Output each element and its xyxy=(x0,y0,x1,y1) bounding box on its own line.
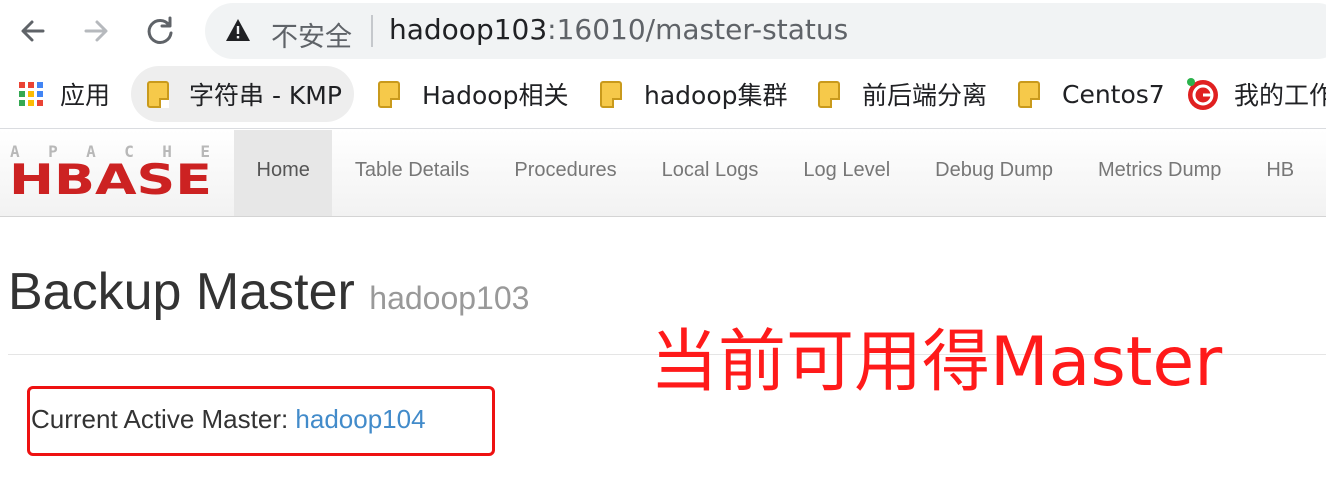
bookmark-label: 字符串 - KMP xyxy=(189,81,342,110)
nav-debug-dump[interactable]: Debug Dump xyxy=(913,130,1076,216)
bookmark-centos7[interactable]: Centos7 xyxy=(1018,66,1165,122)
hbase-menu: Home Table Details Procedures Local Logs… xyxy=(234,130,1317,216)
reload-icon xyxy=(147,16,173,44)
nav-table-details[interactable]: Table Details xyxy=(332,130,492,216)
bookmark-label: 应用 xyxy=(60,81,111,110)
forward-arrow-icon xyxy=(84,20,108,42)
url-text[interactable]: hadoop103:16010/master-status xyxy=(389,13,848,46)
folder-icon xyxy=(600,80,622,108)
nav-metrics-dump[interactable]: Metrics Dump xyxy=(1076,130,1244,216)
address-separator xyxy=(371,15,373,47)
bookmarks-bar: 应用 字符串 - KMP Hadoop相关 hadoop集群 前后端分离 Cen… xyxy=(0,62,1326,129)
annotation-text: 当前可用得Master xyxy=(650,323,1223,402)
folder-icon xyxy=(378,80,400,108)
folder-icon xyxy=(1018,80,1040,108)
site-icon xyxy=(1187,78,1218,110)
nav-log-level[interactable]: Log Level xyxy=(781,130,913,216)
bookmark-label: 我的工作 xyxy=(1234,81,1326,110)
page-title: Backup Master xyxy=(8,263,355,321)
url-path: :16010/master-status xyxy=(547,13,849,46)
nav-local-logs[interactable]: Local Logs xyxy=(639,130,781,216)
back-button[interactable] xyxy=(13,11,53,51)
page-heading: Backup Master hadoop103 xyxy=(8,262,529,322)
security-status-text[interactable]: 不安全 xyxy=(271,15,352,54)
folder-icon xyxy=(147,80,169,108)
bookmark-my-work[interactable]: 我的工作 xyxy=(1186,66,1326,122)
hbase-navbar: APACHE HBASE Home Table Details Procedur… xyxy=(0,130,1326,217)
bookmark-label: hadoop集群 xyxy=(644,81,788,110)
reload-button[interactable] xyxy=(140,11,180,51)
page-subtitle: hadoop103 xyxy=(369,280,530,316)
logo-main-text: HBASE xyxy=(9,155,212,196)
browser-toolbar: 不安全 hadoop103:16010/master-status xyxy=(0,0,1326,62)
bookmark-hadoop-related[interactable]: Hadoop相关 xyxy=(378,66,568,122)
apps-grid-icon xyxy=(19,82,43,106)
bookmark-label: Hadoop相关 xyxy=(422,81,569,110)
bookmark-apps[interactable]: 应用 xyxy=(19,66,110,122)
nav-hbase-config[interactable]: HB xyxy=(1244,130,1317,216)
bookmark-frontend-backend[interactable]: 前后端分离 xyxy=(818,66,987,122)
highlight-box xyxy=(27,386,495,456)
bookmark-label: 前后端分离 xyxy=(862,81,988,110)
back-arrow-icon xyxy=(21,20,45,42)
nav-procedures[interactable]: Procedures xyxy=(492,130,639,216)
warning-icon[interactable] xyxy=(225,18,251,42)
nav-home[interactable]: Home xyxy=(234,130,333,216)
address-bar[interactable]: 不安全 hadoop103:16010/master-status xyxy=(205,3,1326,59)
url-host: hadoop103 xyxy=(389,13,548,46)
hbase-logo[interactable]: APACHE HBASE xyxy=(8,142,214,196)
forward-button[interactable] xyxy=(76,11,116,51)
bookmark-kmp[interactable]: 字符串 - KMP xyxy=(131,66,354,122)
bookmark-label: Centos7 xyxy=(1062,79,1165,109)
bookmark-hadoop-cluster[interactable]: hadoop集群 xyxy=(600,66,788,122)
folder-icon xyxy=(818,80,840,108)
